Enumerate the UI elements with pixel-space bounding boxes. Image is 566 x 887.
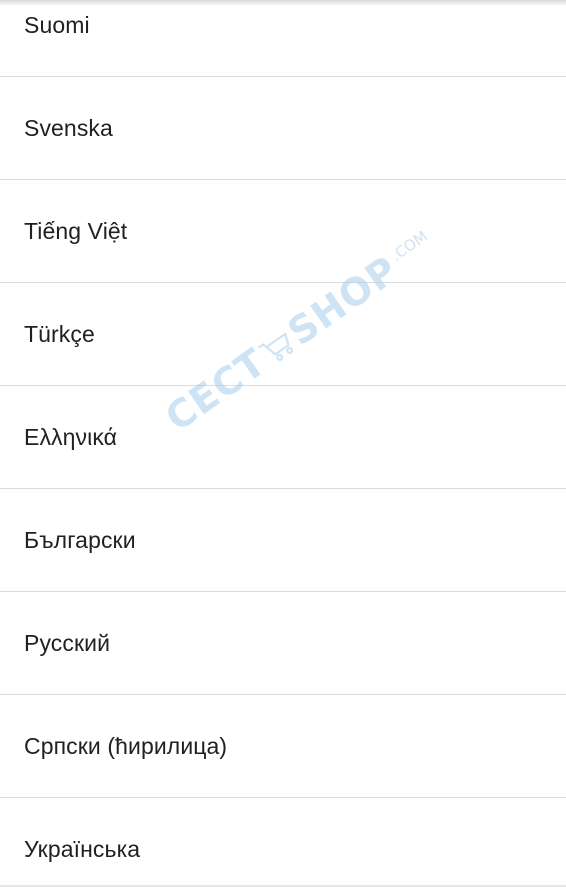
language-label: Suomi	[24, 11, 90, 38]
language-item-russian[interactable]: Русский	[0, 592, 566, 695]
language-label: Ελληνικά	[24, 423, 118, 450]
language-item-serbian-cyrillic[interactable]: Српски (ћирилица)	[0, 695, 566, 798]
language-item-turkce[interactable]: Türkçe	[0, 283, 566, 386]
language-label: Српски (ћирилица)	[24, 732, 228, 759]
language-label: Tiếng Việt	[24, 217, 128, 244]
language-item-ukrainian[interactable]: Українська	[0, 798, 566, 887]
language-item-suomi[interactable]: Suomi	[0, 0, 566, 77]
language-picker-screen: Suomi Svenska Tiếng Việt Türkçe Ελληνικά…	[0, 0, 566, 887]
language-item-bulgarian[interactable]: Български	[0, 489, 566, 592]
language-label: Українська	[24, 835, 141, 862]
language-item-svenska[interactable]: Svenska	[0, 77, 566, 180]
language-label: Svenska	[24, 114, 113, 141]
language-label: Türkçe	[24, 320, 95, 347]
language-label: Русский	[24, 629, 111, 656]
language-item-greek[interactable]: Ελληνικά	[0, 386, 566, 489]
language-label: Български	[24, 526, 136, 553]
language-list: Suomi Svenska Tiếng Việt Türkçe Ελληνικά…	[0, 0, 566, 887]
language-item-tieng-viet[interactable]: Tiếng Việt	[0, 180, 566, 283]
